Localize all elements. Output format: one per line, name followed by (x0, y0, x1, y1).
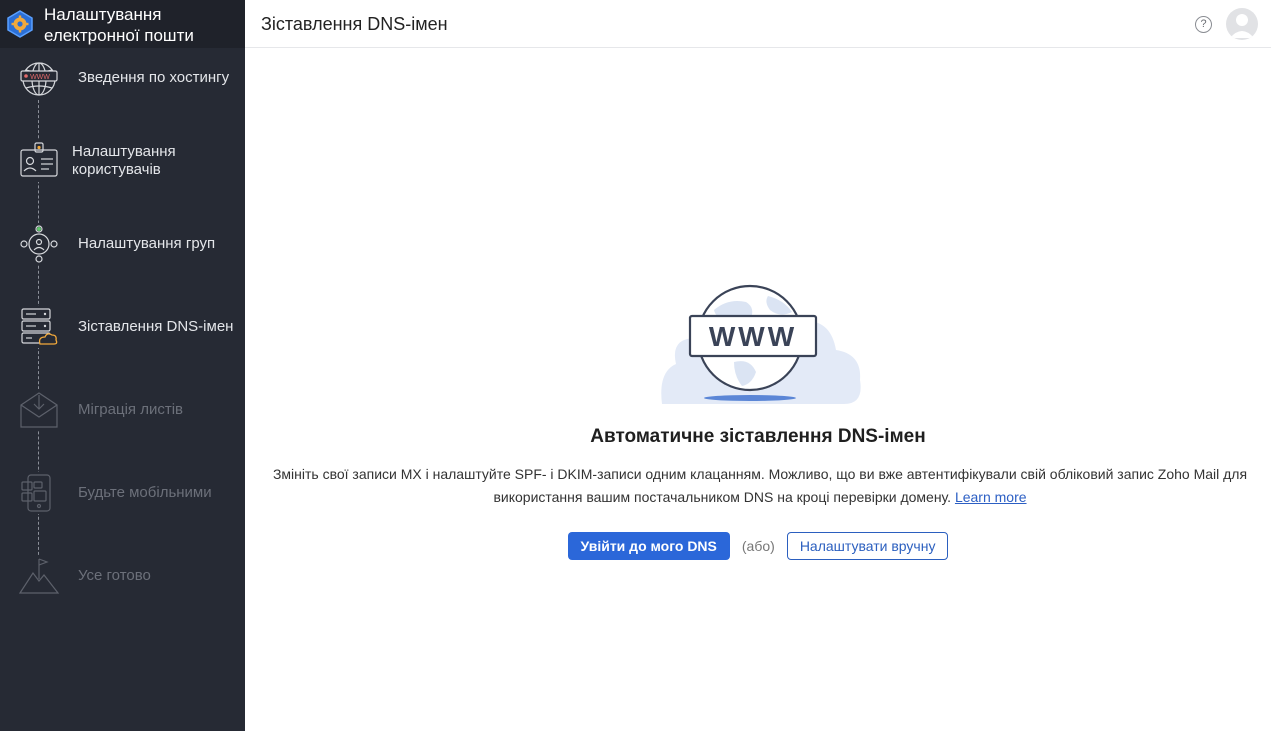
step-label: Міграція листів (78, 401, 183, 418)
step-label: Зведення по хостингу (78, 69, 230, 86)
server-cloud-icon (18, 306, 60, 348)
step-hosting-summary[interactable]: WWW Зведення по хостингу (0, 48, 245, 108)
sidebar-title: Налаштування електронної пошти (44, 5, 194, 45)
svg-text:WWW: WWW (30, 74, 50, 81)
learn-more-link[interactable]: Learn more (955, 489, 1027, 505)
user-avatar-icon (1230, 14, 1254, 38)
configure-manually-button[interactable]: Налаштувати вручну (786, 532, 949, 560)
description-line-2: використання вашим постачальником DNS на… (493, 489, 952, 505)
step-dns-mapping[interactable]: Зіставлення DNS-імен (0, 297, 245, 357)
www-globe-illustration: WWW (661, 284, 861, 404)
or-text: (або) (741, 538, 775, 554)
mail-download-icon (18, 389, 60, 431)
sidebar-header: Налаштування електронної пошти (0, 0, 245, 48)
step-label: Налаштування груп (78, 235, 216, 252)
avatar[interactable] (1226, 8, 1258, 40)
main-heading: Автоматичне зіставлення DNS-імен (590, 426, 926, 447)
page-title: Зіставлення DNS-імен (261, 14, 448, 34)
step-all-done[interactable]: Усе готово (0, 546, 245, 606)
help-icon[interactable]: ? (1195, 16, 1212, 33)
sidebar: Налаштування електронної пошти WWW Зведе… (0, 0, 245, 731)
user-card-icon (18, 140, 60, 182)
step-group-settings[interactable]: Налаштування груп (0, 214, 245, 274)
step-label: Налаштування користувачів (72, 143, 176, 178)
group-icon (18, 223, 60, 265)
description-line-1: Змініть свої записи MX і налаштуйте SPF-… (272, 466, 1248, 482)
step-label: Зіставлення DNS-імен (78, 318, 234, 335)
description: Змініть свої записи MX і налаштуйте SPF-… (255, 463, 1265, 509)
step-go-mobile[interactable]: Будьте мобільними (0, 463, 245, 523)
step-label: Будьте мобільними (78, 484, 212, 501)
settings-shield-logo-icon (7, 10, 33, 38)
mountain-flag-icon (18, 555, 60, 597)
login-to-dns-button[interactable]: Увійти до мого DNS (567, 532, 730, 560)
step-mail-migration[interactable]: Міграція листів (0, 380, 245, 440)
illustration-www-text: WWW (709, 321, 797, 352)
top-header: Зіставлення DNS-імен ? (245, 0, 1271, 48)
step-label: Усе готово (78, 567, 151, 584)
step-user-settings[interactable]: Налаштування користувачів (0, 132, 245, 192)
action-buttons: Увійти до мого DNS (або) Налаштувати вру… (245, 531, 1271, 561)
globe-www-icon: WWW (18, 58, 60, 100)
mobile-icon (18, 472, 60, 514)
